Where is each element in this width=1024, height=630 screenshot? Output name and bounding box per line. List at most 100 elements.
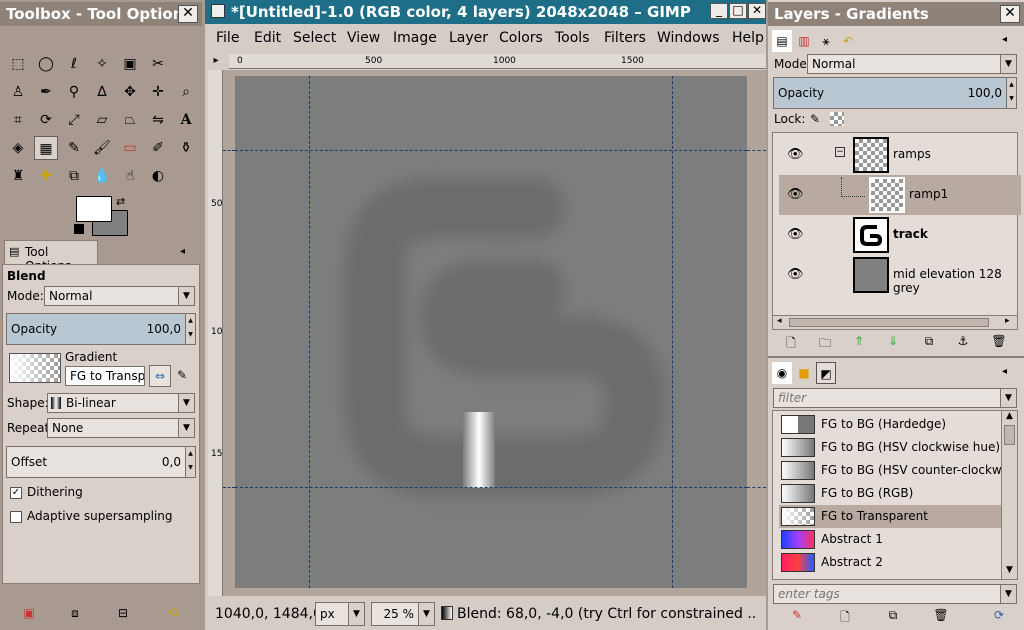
zoom-icon[interactable]: ⌕ [174, 80, 198, 104]
color-select-icon[interactable]: ▣ [118, 52, 142, 76]
scroll-down-icon[interactable]: ▼ [1006, 565, 1013, 575]
menu-colors[interactable]: Colors [499, 30, 543, 46]
airbrush-icon[interactable]: ✐ [146, 136, 170, 160]
layer-row-track[interactable]: 👁 track [779, 215, 1021, 255]
panel-menu-icon[interactable]: ◂ [180, 246, 185, 257]
paths-tab-icon[interactable]: ⚹ [816, 30, 836, 52]
save-options-icon[interactable]: ▣ [18, 606, 40, 620]
canvas-area[interactable] [223, 70, 766, 596]
patterns-tab-icon[interactable]: ■ [794, 362, 814, 384]
image-canvas[interactable] [235, 76, 747, 588]
paths-icon[interactable]: ✒ [34, 80, 58, 104]
rect-select-icon[interactable]: ⬚ [6, 52, 30, 76]
lock-pixels-icon[interactable]: ✎ [810, 112, 820, 126]
foreground-color-swatch[interactable] [76, 196, 112, 222]
delete-gradient-icon[interactable]: 🗑 [930, 608, 952, 622]
heal-icon[interactable]: ✚ [34, 164, 58, 188]
gradient-item[interactable]: FG to BG (HSV counter-clockwise) [779, 459, 1017, 482]
brushes-tab-icon[interactable]: ◉ [772, 362, 792, 384]
new-gradient-icon[interactable]: 🗋 [834, 608, 856, 629]
gradient-preview[interactable] [9, 353, 61, 383]
minimize-button[interactable]: _ [710, 3, 728, 19]
align-icon[interactable]: ✛ [146, 80, 170, 104]
text-tool-icon[interactable]: A [174, 108, 198, 132]
opacity-slider[interactable]: Opacity 100,0 ▲ ▼ [6, 313, 196, 345]
scroll-left-icon[interactable]: ◂ [777, 316, 782, 326]
smudge-icon[interactable]: ☝ [118, 164, 142, 188]
layer-list-hscrollbar[interactable]: ◂ ▸ [773, 315, 1017, 329]
menu-windows[interactable]: Windows [657, 30, 720, 46]
gradient-list-scrollbar[interactable]: ▲ ▼ [1001, 411, 1017, 579]
restore-options-icon[interactable]: ⧈ [64, 606, 86, 621]
ink-icon[interactable]: ⚱ [174, 136, 198, 160]
opacity-spin-buttons[interactable]: ▲ ▼ [185, 314, 195, 344]
eraser-icon[interactable]: ▭ [118, 136, 142, 160]
reset-options-icon[interactable]: ⟲ [162, 606, 184, 620]
menu-select[interactable]: Select [293, 30, 336, 46]
refresh-gradients-icon[interactable]: ⟳ [988, 608, 1010, 622]
undo-tab-icon[interactable]: ↶ [838, 30, 858, 52]
new-layer-group-icon[interactable]: 🗀 [814, 334, 836, 355]
clone-icon[interactable]: ♜ [6, 164, 30, 188]
default-colors-icon[interactable] [74, 224, 84, 234]
reverse-gradient-icon[interactable]: ⇔ [149, 365, 171, 387]
layer-row-ramps[interactable]: 👁 − ramps [779, 135, 1021, 175]
bucket-fill-icon[interactable]: ◈ [6, 136, 30, 160]
dodge-burn-icon[interactable]: ◐ [146, 164, 170, 188]
menu-layer[interactable]: Layer [449, 30, 488, 46]
menu-filters[interactable]: Filters [604, 30, 646, 46]
maximize-button[interactable]: □ [729, 3, 747, 19]
gradient-item[interactable]: FG to BG (RGB) [779, 482, 1003, 505]
edit-gradient-icon[interactable]: ✎ [177, 368, 187, 382]
close-button[interactable]: ✕ [748, 3, 766, 19]
color-picker-icon[interactable]: ⚲ [62, 80, 86, 104]
repeat-select[interactable]: None ▼ [47, 418, 195, 438]
raise-layer-icon[interactable]: ⇑ [848, 334, 870, 348]
foreground-select-icon[interactable]: ♙ [6, 80, 30, 104]
gradient-item[interactable]: Abstract 2 [779, 551, 1003, 574]
layer-row-mid-elevation[interactable]: 👁 mid elevation 128 grey [779, 255, 1021, 295]
menu-file[interactable]: File [216, 30, 239, 46]
horizontal-guide[interactable] [235, 487, 747, 488]
scroll-thumb[interactable] [789, 318, 989, 327]
channels-tab-icon[interactable]: ▥ [794, 30, 814, 52]
gradient-item-selected[interactable]: FG to Transparent [779, 505, 1003, 528]
paintbrush-icon[interactable]: 🖌 [90, 136, 114, 160]
menu-edit[interactable]: Edit [254, 30, 281, 46]
layer-opacity-slider[interactable]: Opacity 100,0 ▲ ▼ [773, 77, 1017, 109]
perspective-clone-icon[interactable]: ⧉ [62, 164, 86, 188]
adaptive-supersampling-checkbox[interactable] [10, 511, 22, 523]
shape-select[interactable]: Bi-linear ▼ [47, 393, 195, 413]
vertical-ruler[interactable]: 500 1000 1500 [208, 70, 234, 596]
scissors-icon[interactable]: ✂ [146, 52, 170, 76]
free-select-icon[interactable]: ℓ [62, 52, 86, 76]
pencil-icon[interactable]: ✎ [62, 136, 86, 160]
dock-menu-icon[interactable]: ◂ [1002, 34, 1007, 45]
fuzzy-select-icon[interactable]: ✧ [90, 52, 114, 76]
gradients-tab-icon[interactable]: ◩ [816, 362, 836, 384]
zoom-select[interactable]: 25 % ▼ [371, 602, 435, 626]
scroll-thumb[interactable] [1004, 425, 1015, 445]
eye-icon[interactable]: 👁 [787, 187, 804, 202]
menu-help[interactable]: Help [732, 30, 764, 46]
toolbox-close-button[interactable]: ✕ [178, 5, 198, 23]
layer-opacity-spin-buttons[interactable]: ▲ ▼ [1006, 78, 1016, 108]
flip-icon[interactable]: ⇋ [146, 108, 170, 132]
dithering-checkbox[interactable]: ✓ [10, 487, 22, 499]
gradient-name-field[interactable]: FG to Transpa [65, 366, 145, 386]
offset-slider[interactable]: Offset 0,0 ▲ ▼ [6, 446, 196, 478]
delete-layer-icon[interactable]: 🗑 [988, 334, 1010, 348]
scroll-right-icon[interactable]: ▸ [1005, 316, 1010, 326]
measure-icon[interactable]: ∆ [90, 80, 114, 104]
delete-options-icon[interactable]: ⊟ [112, 606, 134, 620]
layer-row-ramp1[interactable]: 👁 ramp1 [779, 175, 1021, 215]
horizontal-ruler[interactable]: 0 500 1000 1500 [229, 54, 766, 69]
gradient-item[interactable]: FG to BG (Hardedge) [779, 413, 1003, 436]
scale-icon[interactable]: ⤢ [62, 108, 86, 132]
quick-mask-icon[interactable]: ▸ [209, 55, 223, 69]
horizontal-guide[interactable] [235, 150, 747, 151]
edit-gradient-button-icon[interactable]: ✎ [786, 608, 808, 622]
gradient-item[interactable]: FG to BG (HSV clockwise hue) [779, 436, 1003, 459]
rotate-icon[interactable]: ⟳ [34, 108, 58, 132]
dock-close-button[interactable]: ✕ [1000, 5, 1020, 23]
